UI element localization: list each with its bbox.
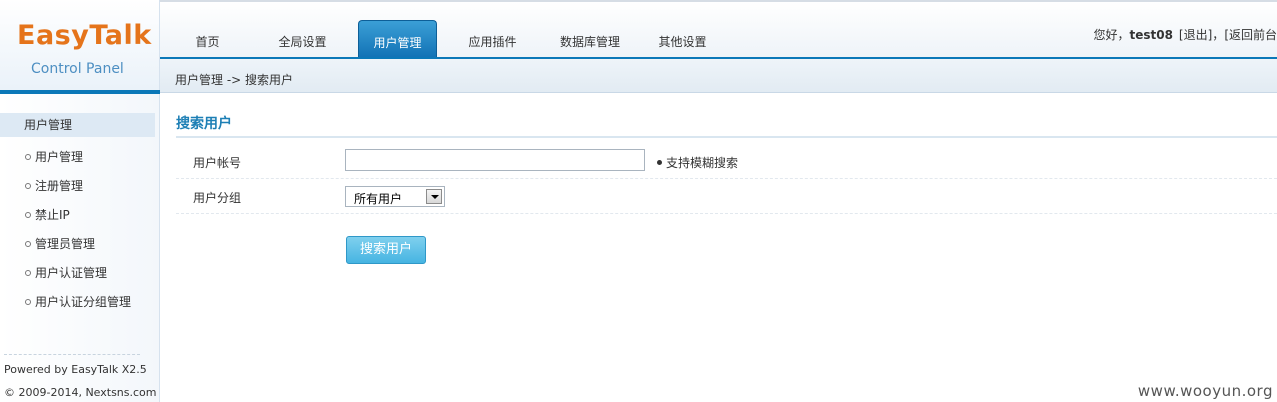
separator: ， — [1212, 28, 1225, 42]
group-row: 用户分组 所有用户 — [176, 179, 1277, 214]
section-divider — [176, 136, 1277, 138]
sidebar-header[interactable]: 用户管理 — [0, 113, 155, 137]
nav-plugins[interactable]: 应用插件 — [445, 20, 540, 60]
sidebar-item-registration[interactable]: 注册管理 — [25, 177, 83, 194]
copyright: © 2009-2014, Nextsns.com — [4, 386, 157, 399]
username: test08 — [1129, 28, 1173, 42]
sidebar-divider — [4, 354, 140, 355]
sidebar-item-user-management[interactable]: 用户管理 — [25, 148, 83, 165]
sidebar-top-line — [0, 90, 160, 94]
breadcrumb: 用户管理 -> 搜索用户 — [175, 73, 294, 87]
group-select[interactable]: 所有用户 — [345, 186, 445, 207]
bullet-icon — [25, 212, 31, 218]
breadcrumb-bar: 用户管理 -> 搜索用户 — [160, 59, 1277, 93]
account-input[interactable] — [345, 149, 645, 171]
sidebar-item-ban-ip[interactable]: 禁止IP — [25, 206, 70, 223]
bullet-icon — [657, 160, 662, 165]
header: 首页 全局设置 用户管理 应用插件 数据库管理 其他设置 您好，test08 [退… — [0, 0, 1277, 61]
account-row: 用户帐号 支持模糊搜索 — [176, 144, 1277, 179]
sidebar: 用户管理 用户管理 注册管理 禁止IP 管理员管理 用户认证管理 用户认证分组管… — [0, 90, 160, 402]
section-title: 搜索用户 — [176, 116, 232, 132]
nav-other-settings[interactable]: 其他设置 — [640, 20, 725, 60]
sidebar-item-admins[interactable]: 管理员管理 — [25, 235, 95, 252]
bullet-icon — [25, 154, 31, 160]
group-label: 用户分组 — [193, 191, 242, 205]
bullet-icon — [25, 183, 31, 189]
logo-subtitle: Control Panel — [31, 61, 124, 77]
fuzzy-hint: 支持模糊搜索 — [657, 154, 738, 171]
nav-database[interactable]: 数据库管理 — [540, 20, 640, 60]
back-front-link[interactable]: [返回前台 — [1224, 28, 1277, 42]
chevron-down-icon[interactable] — [426, 189, 442, 204]
group-select-value: 所有用户 — [354, 192, 403, 206]
bullet-icon — [25, 299, 31, 305]
logout-link[interactable]: [退出] — [1179, 28, 1212, 42]
sidebar-item-verification[interactable]: 用户认证管理 — [25, 264, 107, 281]
sidebar-item-verification-groups[interactable]: 用户认证分组管理 — [25, 293, 131, 310]
logo: EasyTalk Control Panel — [0, 0, 160, 90]
logo-title: EasyTalk — [17, 20, 152, 51]
main-content: 搜索用户 用户帐号 支持模糊搜索 用户分组 所有用户 搜索用户 — [160, 93, 1277, 402]
bullet-icon — [25, 270, 31, 276]
greeting: 您好， — [1093, 28, 1130, 42]
nav-home[interactable]: 首页 — [160, 20, 255, 60]
powered-by: Powered by EasyTalk X2.5 — [4, 363, 147, 376]
watermark: www.wooyun.org — [1137, 382, 1273, 400]
user-info: 您好，test08 [退出]，[返回前台 — [1093, 26, 1277, 43]
nav-user-management[interactable]: 用户管理 — [358, 20, 437, 60]
search-users-button[interactable]: 搜索用户 — [346, 236, 426, 264]
nav-global-settings[interactable]: 全局设置 — [255, 20, 350, 60]
account-label: 用户帐号 — [193, 156, 242, 170]
bullet-icon — [25, 241, 31, 247]
